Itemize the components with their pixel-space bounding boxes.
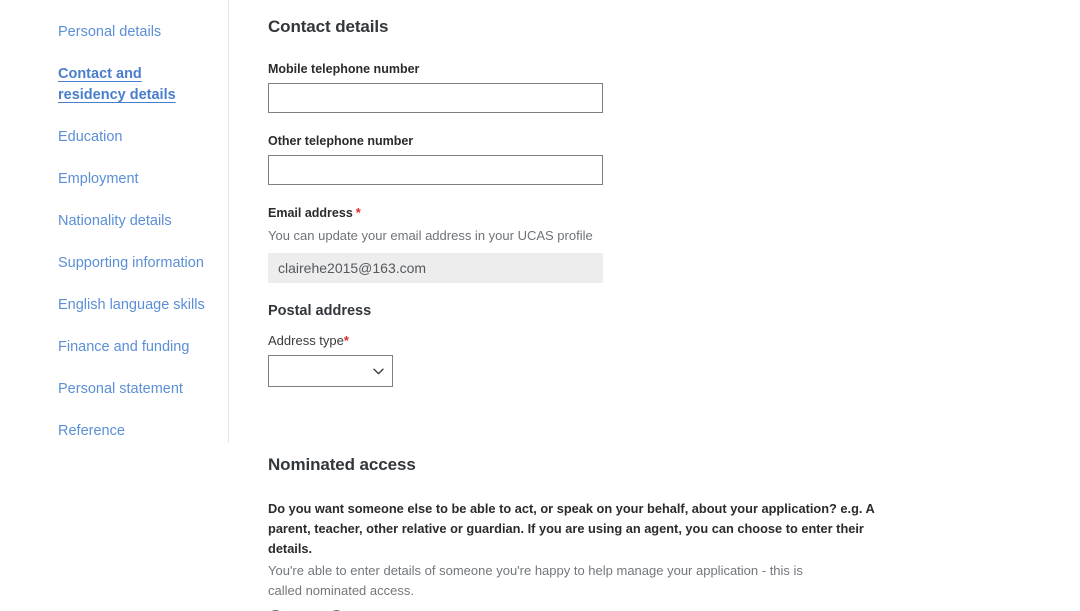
page-title: Contact details xyxy=(268,17,389,36)
sidebar-item-finance-and-funding[interactable]: Finance and funding xyxy=(0,337,228,358)
sidebar-item-personal-details[interactable]: Personal details xyxy=(0,22,228,43)
section-nav-sidebar: Personal details Contact and residency d… xyxy=(0,0,229,443)
email-address-label: Email address * xyxy=(268,205,1058,221)
sidebar-item-personal-statement[interactable]: Personal statement xyxy=(0,379,228,400)
sidebar-item-reference[interactable]: Reference xyxy=(0,421,228,442)
sidebar-link-personal-details[interactable]: Personal details xyxy=(58,24,161,40)
nominated-access-section: Nominated access Do you want someone els… xyxy=(268,455,1058,611)
nominated-access-hint: You're able to enter details of someone … xyxy=(268,563,803,598)
contact-and-residency-details-page: Personal details Contact and residency d… xyxy=(0,0,1080,611)
sidebar-item-supporting-information[interactable]: Supporting information xyxy=(0,253,228,274)
address-type-label-text: Address type xyxy=(268,333,344,348)
sidebar-item-employment[interactable]: Employment xyxy=(0,169,228,190)
sidebar-link-employment[interactable]: Employment xyxy=(58,171,139,187)
sidebar-item-contact-and-residency-details[interactable]: Contact and residency details xyxy=(0,64,228,106)
address-type-select[interactable] xyxy=(268,355,393,387)
email-address-label-text: Email address xyxy=(268,206,353,220)
email-address-readonly-value: clairehe2015@163.com xyxy=(268,253,603,283)
field-address-type: Address type* xyxy=(268,333,1058,387)
address-type-label: Address type* xyxy=(268,333,1058,349)
email-required-asterisk: * xyxy=(355,205,361,220)
address-type-required-asterisk: * xyxy=(343,333,349,348)
main-content: Contact details Mobile telephone number … xyxy=(268,0,1058,611)
other-telephone-input[interactable] xyxy=(268,155,603,185)
sidebar-item-english-language-skills[interactable]: English language skills xyxy=(0,295,228,316)
sidebar-link-contact-and-residency-details[interactable]: Contact and residency details xyxy=(58,66,176,103)
field-email-address: Email address * You can update your email… xyxy=(268,205,1058,283)
sidebar-item-nationality-details[interactable]: Nationality details xyxy=(0,211,228,232)
email-hint-text: You can update your email address in you… xyxy=(268,228,593,243)
sidebar-link-personal-statement[interactable]: Personal statement xyxy=(58,381,183,397)
sidebar-link-education[interactable]: Education xyxy=(58,129,123,145)
nominated-access-heading: Nominated access xyxy=(268,455,416,474)
sidebar-link-finance-and-funding[interactable]: Finance and funding xyxy=(58,339,189,355)
mobile-telephone-input[interactable] xyxy=(268,83,603,113)
sidebar-link-supporting-information[interactable]: Supporting information xyxy=(58,255,204,271)
field-other-telephone: Other telephone number xyxy=(268,133,1058,185)
nominated-access-question: Do you want someone else to be able to a… xyxy=(268,501,875,556)
address-type-select-wrapper xyxy=(268,355,393,387)
postal-address-heading: Postal address xyxy=(268,303,372,319)
other-telephone-label: Other telephone number xyxy=(268,134,414,148)
field-mobile-telephone: Mobile telephone number xyxy=(268,61,1058,113)
sidebar-link-english-language-skills[interactable]: English language skills xyxy=(58,297,205,313)
sidebar-item-education[interactable]: Education xyxy=(0,127,228,148)
nav-list: Personal details Contact and residency d… xyxy=(0,22,228,442)
sidebar-link-reference[interactable]: Reference xyxy=(58,423,125,439)
sidebar-link-nationality-details[interactable]: Nationality details xyxy=(58,213,172,229)
mobile-telephone-label: Mobile telephone number xyxy=(268,62,420,76)
